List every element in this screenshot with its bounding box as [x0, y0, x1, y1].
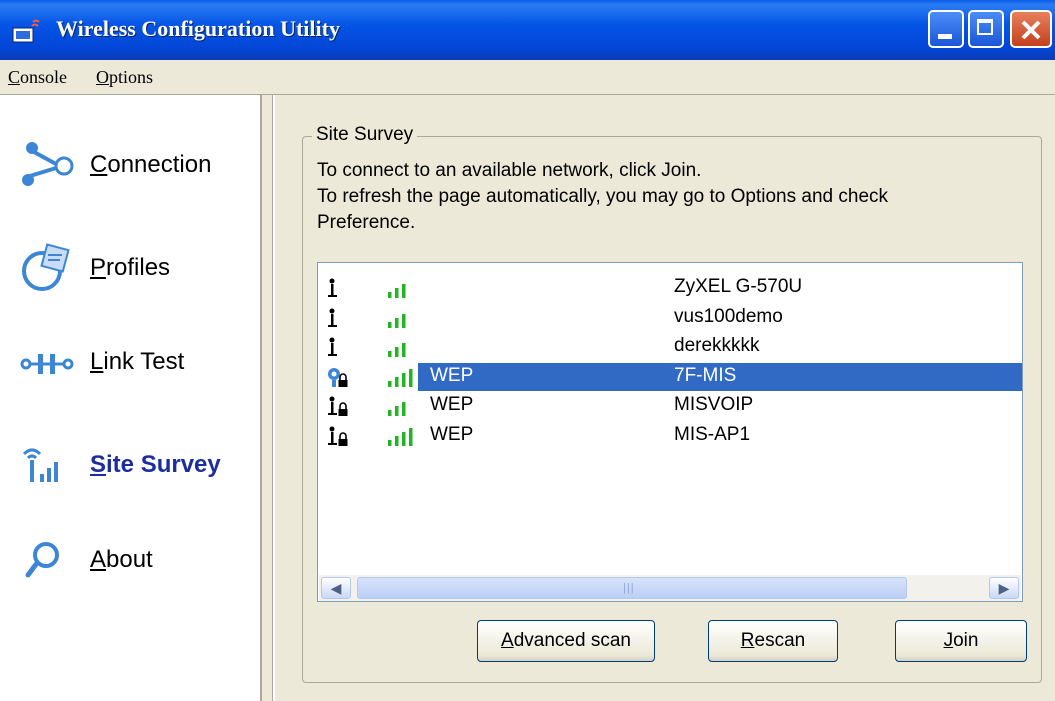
group-title: Site Survey: [312, 124, 418, 146]
access-point-icon: [328, 337, 337, 356]
sidebar-item-label: Profiles: [90, 254, 171, 281]
connected-lock-icon: [328, 367, 348, 387]
sidebar-item-connection[interactable]: Connection: [20, 140, 260, 190]
horizontal-scrollbar[interactable]: ◀ ||| ▶: [319, 575, 1021, 601]
advanced-scan-button[interactable]: Advanced scan: [477, 620, 655, 662]
network-row[interactable]: WEP 7F-MIS: [318, 362, 1022, 391]
sidebar: Connection Profiles Link Test Site Surve…: [0, 95, 262, 701]
signal-strength-icon: [388, 313, 406, 328]
network-row[interactable]: ZyXEL G-570U: [318, 274, 1022, 302]
network-ssid: MISVOIP: [674, 394, 754, 415]
maximize-button[interactable]: [968, 10, 1004, 48]
network-ssid: derekkkkk: [674, 335, 760, 356]
instruction-line: To connect to an available network, clic…: [317, 160, 702, 181]
access-point-lock-icon: [328, 426, 348, 446]
maximize-icon: [977, 19, 993, 35]
instruction-line: To refresh the page automatically, you m…: [317, 186, 889, 207]
network-security: WEP: [430, 394, 474, 415]
sidebar-item-about[interactable]: About: [20, 535, 260, 585]
network-ssid: MIS-AP1: [674, 423, 751, 445]
title-bar: Wireless Configuration Utility: [0, 0, 1055, 60]
site-survey-icon: [22, 448, 58, 482]
network-list[interactable]: ZyXEL G-570U vus100demo derekkkkk WEP 7F-MIS…: [317, 262, 1023, 602]
scroll-thumb[interactable]: |||: [357, 577, 907, 599]
panel-divider: [272, 95, 275, 701]
sidebar-item-label: About: [90, 546, 153, 573]
grip-icon: |||: [623, 582, 635, 594]
network-ssid: ZyXEL G-570U: [674, 276, 803, 297]
network-ssid: vus100demo: [674, 305, 783, 327]
sidebar-item-site-survey[interactable]: Site Survey: [20, 440, 260, 490]
app-icon: [12, 19, 40, 43]
minimize-icon: [938, 34, 952, 39]
menu-options[interactable]: Options: [96, 67, 153, 88]
close-button[interactable]: [1010, 10, 1052, 48]
link-test-icon: [20, 354, 74, 374]
scroll-right-button[interactable]: ▶: [989, 577, 1019, 599]
about-icon: [25, 542, 59, 578]
network-security: WEP: [430, 423, 474, 445]
sidebar-item-link-test[interactable]: Link Test: [20, 337, 260, 387]
connection-icon: [22, 142, 74, 186]
signal-strength-icon: [388, 343, 406, 357]
signal-strength-icon: [388, 402, 406, 416]
network-row[interactable]: derekkkkk: [318, 333, 1022, 361]
menu-console[interactable]: Console: [8, 67, 67, 88]
access-point-lock-icon: [328, 396, 348, 416]
access-point-icon: [328, 308, 337, 327]
chevron-right-icon: ▶: [998, 580, 1010, 596]
sidebar-item-profiles[interactable]: Profiles: [20, 243, 260, 293]
profiles-icon: [22, 243, 70, 291]
window-title: Wireless Configuration Utility: [56, 16, 340, 41]
close-icon: [1021, 20, 1041, 40]
sidebar-item-label: Connection: [90, 151, 212, 178]
minimize-button[interactable]: [928, 10, 964, 48]
signal-strength-icon: [388, 284, 406, 298]
network-row[interactable]: vus100demo: [318, 304, 1022, 332]
join-button[interactable]: Join: [895, 620, 1027, 662]
sidebar-item-label: Site Survey: [90, 451, 221, 478]
scroll-left-button[interactable]: ◀: [321, 577, 351, 599]
rescan-button[interactable]: Rescan: [708, 620, 838, 662]
network-row[interactable]: WEP MISVOIP: [318, 392, 1022, 420]
chevron-left-icon: ◀: [330, 580, 342, 596]
sidebar-item-label: Link Test: [90, 348, 185, 375]
access-point-icon: [328, 278, 337, 297]
instruction-line: Preference.: [317, 212, 416, 233]
network-ssid: 7F-MIS: [674, 364, 737, 386]
network-row[interactable]: WEP MIS-AP1: [318, 422, 1022, 450]
signal-strength-icon: [388, 427, 413, 446]
network-security: WEP: [430, 364, 474, 386]
signal-strength-icon: [388, 368, 413, 387]
menu-bar: Console Options: [0, 60, 1055, 95]
